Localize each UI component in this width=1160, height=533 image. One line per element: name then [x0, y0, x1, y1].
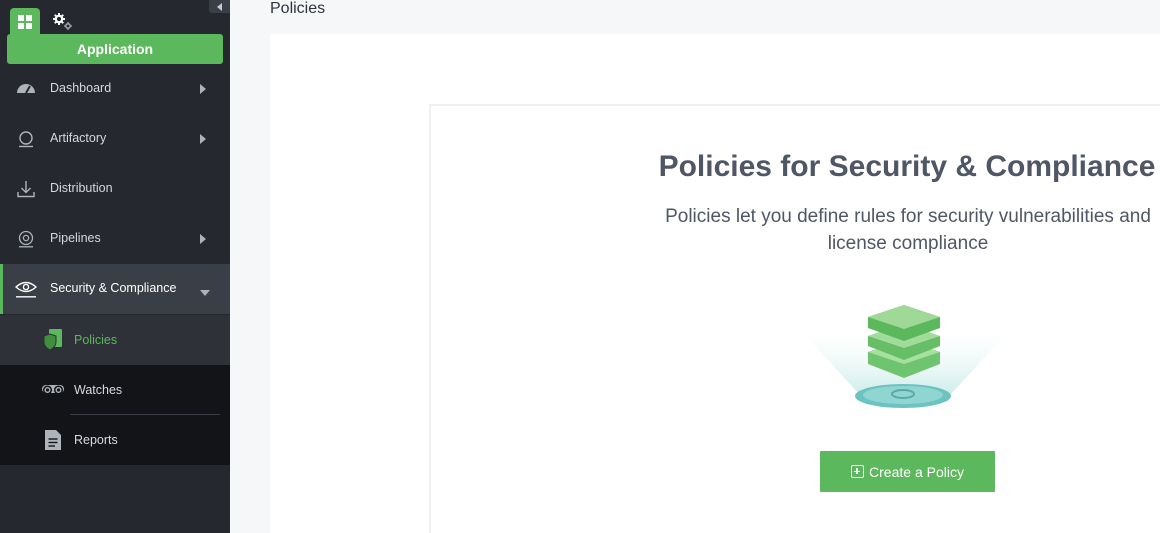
policy-layers-illustration	[800, 300, 1010, 415]
sidebar-subitem-reports[interactable]: Reports	[0, 415, 230, 465]
eye-icon	[15, 278, 37, 300]
sidebar-header: Application	[0, 0, 230, 70]
sidebar-subitem-label: Reports	[74, 433, 118, 447]
create-policy-label: Create a Policy	[869, 463, 964, 480]
sidebar-item-dashboard[interactable]: Dashboard	[0, 64, 230, 114]
empty-state-title: Policies for Security & Compliance	[658, 150, 1156, 183]
sidebar-subitem-label: Watches	[74, 383, 123, 397]
sidebar-subitem-label: Policies	[74, 333, 118, 347]
sidebar-subitem-watches[interactable]: Watches	[0, 365, 230, 415]
shield-icon	[40, 328, 66, 352]
sidebar-subitem-policies[interactable]: Policies	[0, 315, 230, 365]
sidebar-item-label: Dashboard	[50, 81, 112, 95]
application-button[interactable]: Application	[7, 34, 223, 64]
caret-right-icon	[200, 133, 210, 145]
sidebar-item-artifactory[interactable]: Artifactory	[0, 114, 230, 164]
dashboard-icon	[15, 78, 37, 100]
sidebar: Application Dashboard Artifactory Distri…	[0, 0, 230, 533]
caret-right-icon	[200, 233, 210, 245]
create-policy-button[interactable]: Create a Policy	[820, 451, 995, 492]
empty-state-subtitle: Policies let you define rules for securi…	[665, 206, 1151, 254]
sidebar-item-security-compliance[interactable]: Security & Compliance	[0, 264, 230, 314]
sidebar-item-distribution[interactable]: Distribution	[0, 164, 230, 214]
sidebar-item-label: Artifactory	[50, 131, 107, 145]
plus-square-icon	[851, 465, 865, 478]
apps-tab[interactable]	[10, 8, 40, 36]
artifactory-icon	[15, 128, 37, 150]
caret-right-icon	[200, 83, 210, 95]
sidebar-item-pipelines[interactable]: Pipelines	[0, 214, 230, 264]
chevron-left-icon	[216, 2, 222, 11]
binoculars-icon	[40, 378, 66, 402]
sidebar-item-label: Pipelines	[50, 231, 101, 245]
collapse-sidebar-button[interactable]	[209, 0, 230, 13]
grid-icon	[18, 15, 32, 29]
gears-icon	[53, 13, 72, 30]
sidebar-item-label: Distribution	[50, 181, 113, 195]
document-icon	[40, 428, 66, 452]
distribution-icon	[15, 178, 37, 200]
admin-tab[interactable]	[48, 10, 78, 34]
sidebar-item-label: Security & Compliance	[50, 281, 177, 295]
caret-down-icon	[200, 285, 210, 297]
pipelines-icon	[15, 228, 37, 250]
page-title: Policies	[270, 0, 326, 17]
